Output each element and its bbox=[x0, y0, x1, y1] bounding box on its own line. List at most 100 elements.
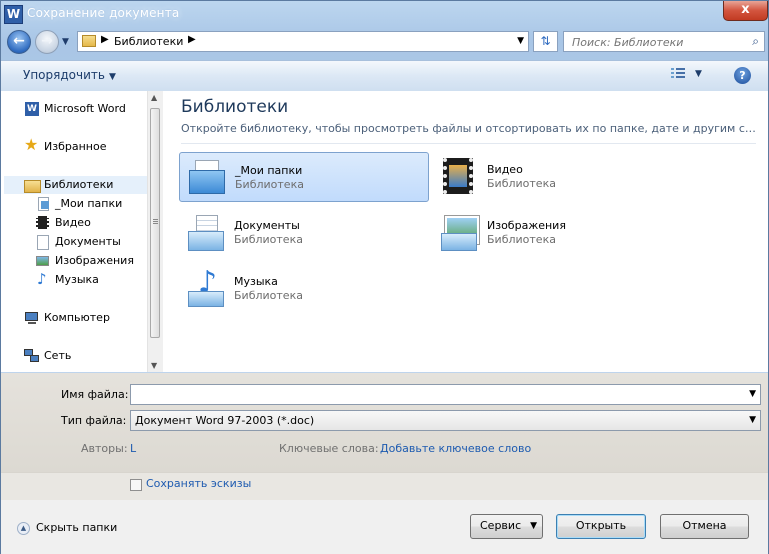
keywords-label: Ключевые слова: bbox=[279, 442, 379, 455]
window-title: Сохранение документа bbox=[27, 6, 180, 20]
recent-locations-dropdown[interactable]: ▼ bbox=[62, 37, 69, 47]
address-dropdown-icon[interactable]: ▼ bbox=[517, 36, 524, 46]
video-library-icon bbox=[437, 157, 481, 197]
back-button[interactable]: ← bbox=[7, 30, 31, 54]
address-bar[interactable]: ▶ Библиотеки ▶ ▼ bbox=[77, 31, 529, 52]
chevron-down-icon[interactable]: ▼ bbox=[749, 389, 756, 399]
nav-item-label: Сеть bbox=[44, 349, 72, 362]
library-tile-music[interactable]: ♪ Музыка Библиотека bbox=[179, 264, 429, 314]
folder-icon bbox=[82, 35, 96, 47]
nav-item-label: Музыка bbox=[55, 273, 99, 286]
search-icon[interactable]: ⌕ bbox=[752, 34, 759, 49]
save-dialog-window: W Сохранение документа x ← → ▼ ▶ Библиот… bbox=[0, 0, 769, 554]
nav-item-favorites[interactable]: ★ Избранное bbox=[24, 135, 107, 156]
chevron-up-icon[interactable]: ▲ bbox=[17, 522, 30, 535]
network-icon bbox=[24, 348, 40, 364]
filetype-value: Документ Word 97-2003 (*.doc) bbox=[135, 414, 315, 427]
page-subtitle: Откройте библиотеку, чтобы просмотреть ф… bbox=[181, 122, 761, 135]
folder-library-icon bbox=[35, 196, 51, 212]
word-app-icon: W bbox=[4, 5, 23, 24]
help-button[interactable]: ? bbox=[734, 67, 751, 84]
refresh-button[interactable]: ⇅ bbox=[533, 31, 558, 52]
libraries-content-pane: Библиотеки Откройте библиотеку, чтобы пр… bbox=[163, 91, 768, 372]
chevron-down-icon: ▼ bbox=[108, 72, 116, 82]
video-icon bbox=[35, 215, 51, 231]
search-box[interactable]: ⌕ bbox=[563, 31, 765, 52]
organize-button[interactable]: Упорядочить ▼ bbox=[23, 68, 116, 82]
nav-item-network[interactable]: Сеть bbox=[24, 347, 71, 365]
library-type: Библиотека bbox=[234, 289, 303, 302]
nav-item-label: Избранное bbox=[44, 140, 107, 153]
divider bbox=[181, 143, 756, 144]
nav-item-music[interactable]: ♪ Музыка bbox=[35, 270, 99, 289]
computer-icon bbox=[24, 310, 40, 326]
chevron-down-icon[interactable]: ▼ bbox=[749, 415, 756, 425]
hide-folders-button[interactable]: Скрыть папки bbox=[36, 521, 117, 534]
library-type: Библиотека bbox=[487, 233, 556, 246]
library-type: Библиотека bbox=[234, 233, 303, 246]
save-options-panel: Имя файла: ▼ Тип файла: Документ Word 97… bbox=[1, 373, 768, 554]
library-tile-pictures[interactable]: Изображения Библиотека bbox=[432, 208, 682, 258]
nav-item-computer[interactable]: Компьютер bbox=[24, 309, 110, 327]
organize-label: Упорядочить bbox=[23, 68, 105, 82]
pictures-library-icon bbox=[437, 213, 481, 253]
music-library-icon: ♪ bbox=[184, 265, 228, 309]
breadcrumb-chevron-icon[interactable]: ▶ bbox=[188, 34, 196, 45]
search-input[interactable] bbox=[570, 34, 744, 51]
navigation-pane: W Microsoft Word ★ Избранное Библиотеки _М… bbox=[1, 91, 163, 372]
filetype-select[interactable]: Документ Word 97-2003 (*.doc) ▼ bbox=[130, 410, 761, 431]
nav-item-video[interactable]: Видео bbox=[35, 214, 91, 232]
libraries-icon bbox=[24, 177, 41, 193]
library-tile-video[interactable]: Видео Библиотека bbox=[432, 152, 682, 202]
keywords-value[interactable]: Добавьте ключевое слово bbox=[380, 442, 531, 455]
scroll-down-icon[interactable]: ▼ bbox=[151, 361, 157, 370]
forward-button[interactable]: → bbox=[35, 30, 59, 54]
close-button[interactable]: x bbox=[723, 1, 768, 21]
nav-item-my-folders[interactable]: _Мои папки bbox=[35, 195, 122, 213]
nav-item-label: Документы bbox=[55, 235, 121, 248]
nav-item-label: Библиотеки bbox=[44, 178, 114, 191]
star-icon: ★ bbox=[24, 135, 39, 154]
address-row: ← → ▼ ▶ Библиотеки ▶ ▼ ⇅ ⌕ bbox=[1, 29, 768, 55]
nav-item-libraries[interactable]: Библиотеки bbox=[4, 176, 147, 194]
page-title: Библиотеки bbox=[181, 97, 289, 117]
documents-library-icon bbox=[184, 213, 228, 253]
library-name: Музыка bbox=[234, 275, 278, 288]
filename-field[interactable]: ▼ bbox=[130, 384, 761, 405]
nav-item-documents[interactable]: Документы bbox=[35, 233, 121, 251]
thumbnail-option-band bbox=[1, 472, 768, 500]
save-thumbnails-checkbox[interactable] bbox=[130, 479, 142, 491]
folder-library-icon bbox=[185, 158, 229, 198]
library-name: Документы bbox=[234, 219, 300, 232]
arrow-right-icon: → bbox=[41, 33, 53, 49]
command-toolbar: Упорядочить ▼ ▼ ? bbox=[1, 60, 768, 92]
library-tile-my-folders[interactable]: _Мои папки Библиотека bbox=[179, 152, 429, 202]
music-icon: ♪ bbox=[37, 270, 47, 288]
library-name: Видео bbox=[487, 163, 523, 176]
documents-icon bbox=[35, 234, 51, 250]
nav-item-label: Изображения bbox=[55, 254, 134, 267]
authors-label: Авторы: bbox=[81, 442, 128, 455]
nav-item-label: _Мои папки bbox=[55, 197, 123, 210]
change-view-icon[interactable] bbox=[671, 68, 685, 81]
breadcrumb-chevron-icon[interactable]: ▶ bbox=[101, 34, 109, 45]
nav-item-label: Microsoft Word bbox=[44, 102, 126, 115]
tools-button[interactable]: Сервис ▼ bbox=[470, 514, 543, 539]
library-type: Библиотека bbox=[235, 178, 304, 191]
arrow-left-icon: ← bbox=[13, 33, 25, 49]
open-button[interactable]: Открыть bbox=[556, 514, 646, 539]
library-type: Библиотека bbox=[487, 177, 556, 190]
nav-item-pictures[interactable]: Изображения bbox=[35, 252, 134, 270]
nav-item-label: Видео bbox=[55, 216, 91, 229]
cancel-button[interactable]: Отмена bbox=[660, 514, 749, 539]
pictures-icon bbox=[35, 253, 51, 269]
scroll-up-icon[interactable]: ▲ bbox=[151, 93, 157, 102]
authors-value[interactable]: L bbox=[130, 442, 136, 455]
scrollbar-thumb[interactable] bbox=[150, 108, 160, 338]
breadcrumb-libraries[interactable]: Библиотеки bbox=[114, 35, 183, 48]
view-dropdown-icon[interactable]: ▼ bbox=[695, 69, 702, 79]
nav-scrollbar[interactable]: ▲ ▼ bbox=[147, 91, 163, 372]
library-tile-documents[interactable]: Документы Библиотека bbox=[179, 208, 429, 258]
nav-item-microsoft-word[interactable]: W Microsoft Word bbox=[24, 100, 126, 118]
save-thumbnails-label[interactable]: Сохранять эскизы bbox=[146, 477, 251, 490]
